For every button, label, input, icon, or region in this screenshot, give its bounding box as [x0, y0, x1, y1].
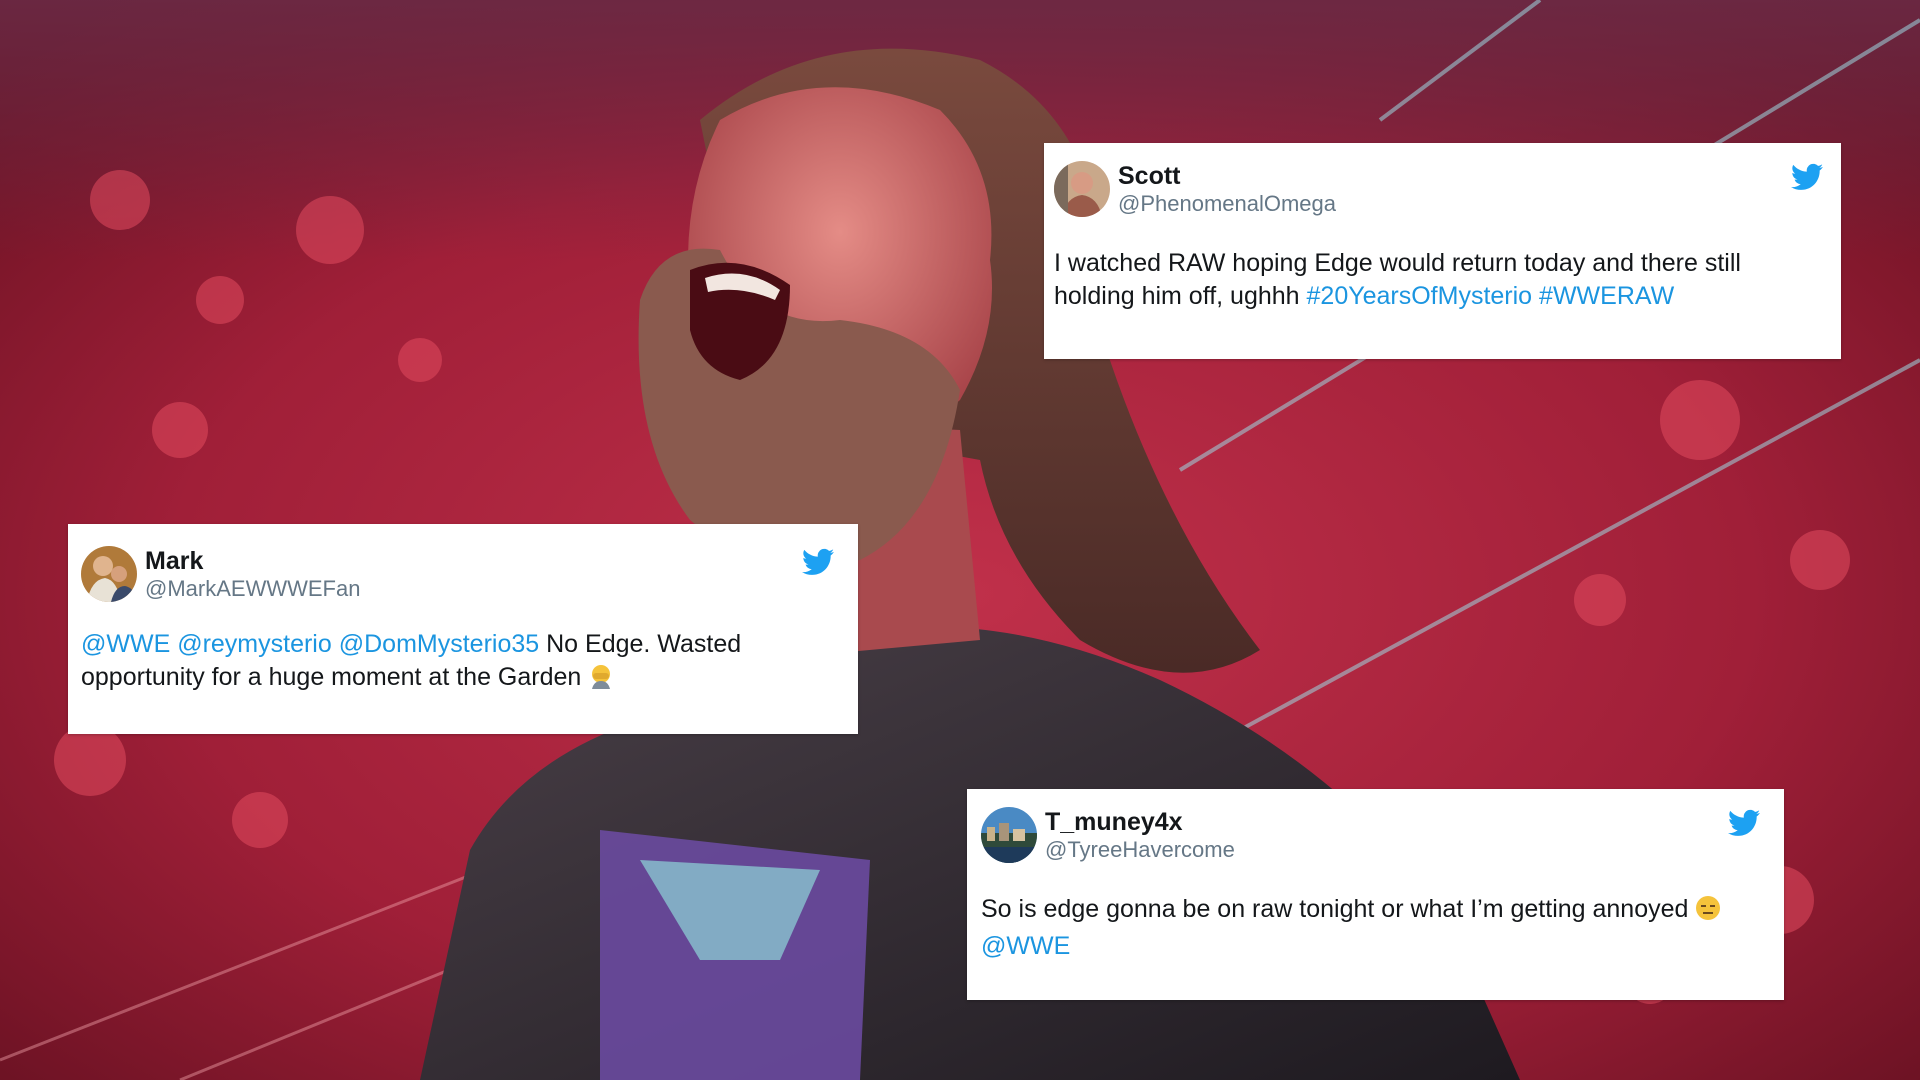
mention-link[interactable]: @DomMysterio35 [339, 630, 539, 658]
scene: Scott @PhenomenalOmega I watched RAW hop… [0, 0, 1920, 1080]
twitter-bird-icon [1791, 163, 1823, 190]
tweet-card-tmuney4x[interactable]: T_muney4x @TyreeHavercome So is edge gon… [967, 789, 1784, 1000]
tweet-text: I watched RAW hoping Edge would return t… [1054, 247, 1823, 313]
mention-link[interactable]: @WWE [81, 630, 170, 658]
avatar[interactable] [981, 807, 1037, 863]
tweet-card-mark[interactable]: Mark @MarkAEWWWEFan @WWE @reymysterio @D… [68, 524, 858, 734]
tweet-header: Mark @MarkAEWWWEFan [81, 546, 834, 602]
expressionless-face-emoji-icon [1695, 895, 1721, 930]
hashtag-link[interactable]: #20YearsOfMysterio [1307, 282, 1533, 310]
mention-link[interactable]: @WWE [981, 932, 1070, 960]
twitter-bird-icon [802, 548, 834, 575]
avatar[interactable] [81, 546, 137, 602]
twitter-bird-icon [1728, 809, 1760, 836]
user-handle[interactable]: @MarkAEWWWEFan [145, 576, 360, 601]
tweet-card-scott[interactable]: Scott @PhenomenalOmega I watched RAW hop… [1044, 143, 1841, 359]
user-handle[interactable]: @PhenomenalOmega [1118, 191, 1336, 216]
facepalm-emoji-icon [588, 663, 614, 698]
tweet-text-plain: So is edge gonna be on raw tonight or wh… [981, 895, 1696, 923]
tweet-text: So is edge gonna be on raw tonight or wh… [981, 893, 1760, 963]
avatar[interactable] [1054, 161, 1110, 217]
user-handle[interactable]: @TyreeHavercome [1045, 837, 1235, 862]
display-name[interactable]: Scott [1118, 162, 1336, 191]
tweet-header: Scott @PhenomenalOmega [1054, 161, 1823, 217]
tweet-header: T_muney4x @TyreeHavercome [981, 807, 1760, 863]
mention-link[interactable]: @reymysterio [177, 630, 332, 658]
display-name[interactable]: Mark [145, 547, 360, 576]
tweet-text: @WWE @reymysterio @DomMysterio35 No Edge… [81, 628, 834, 698]
hashtag-link[interactable]: #WWERAW [1539, 282, 1674, 310]
display-name[interactable]: T_muney4x [1045, 808, 1235, 837]
